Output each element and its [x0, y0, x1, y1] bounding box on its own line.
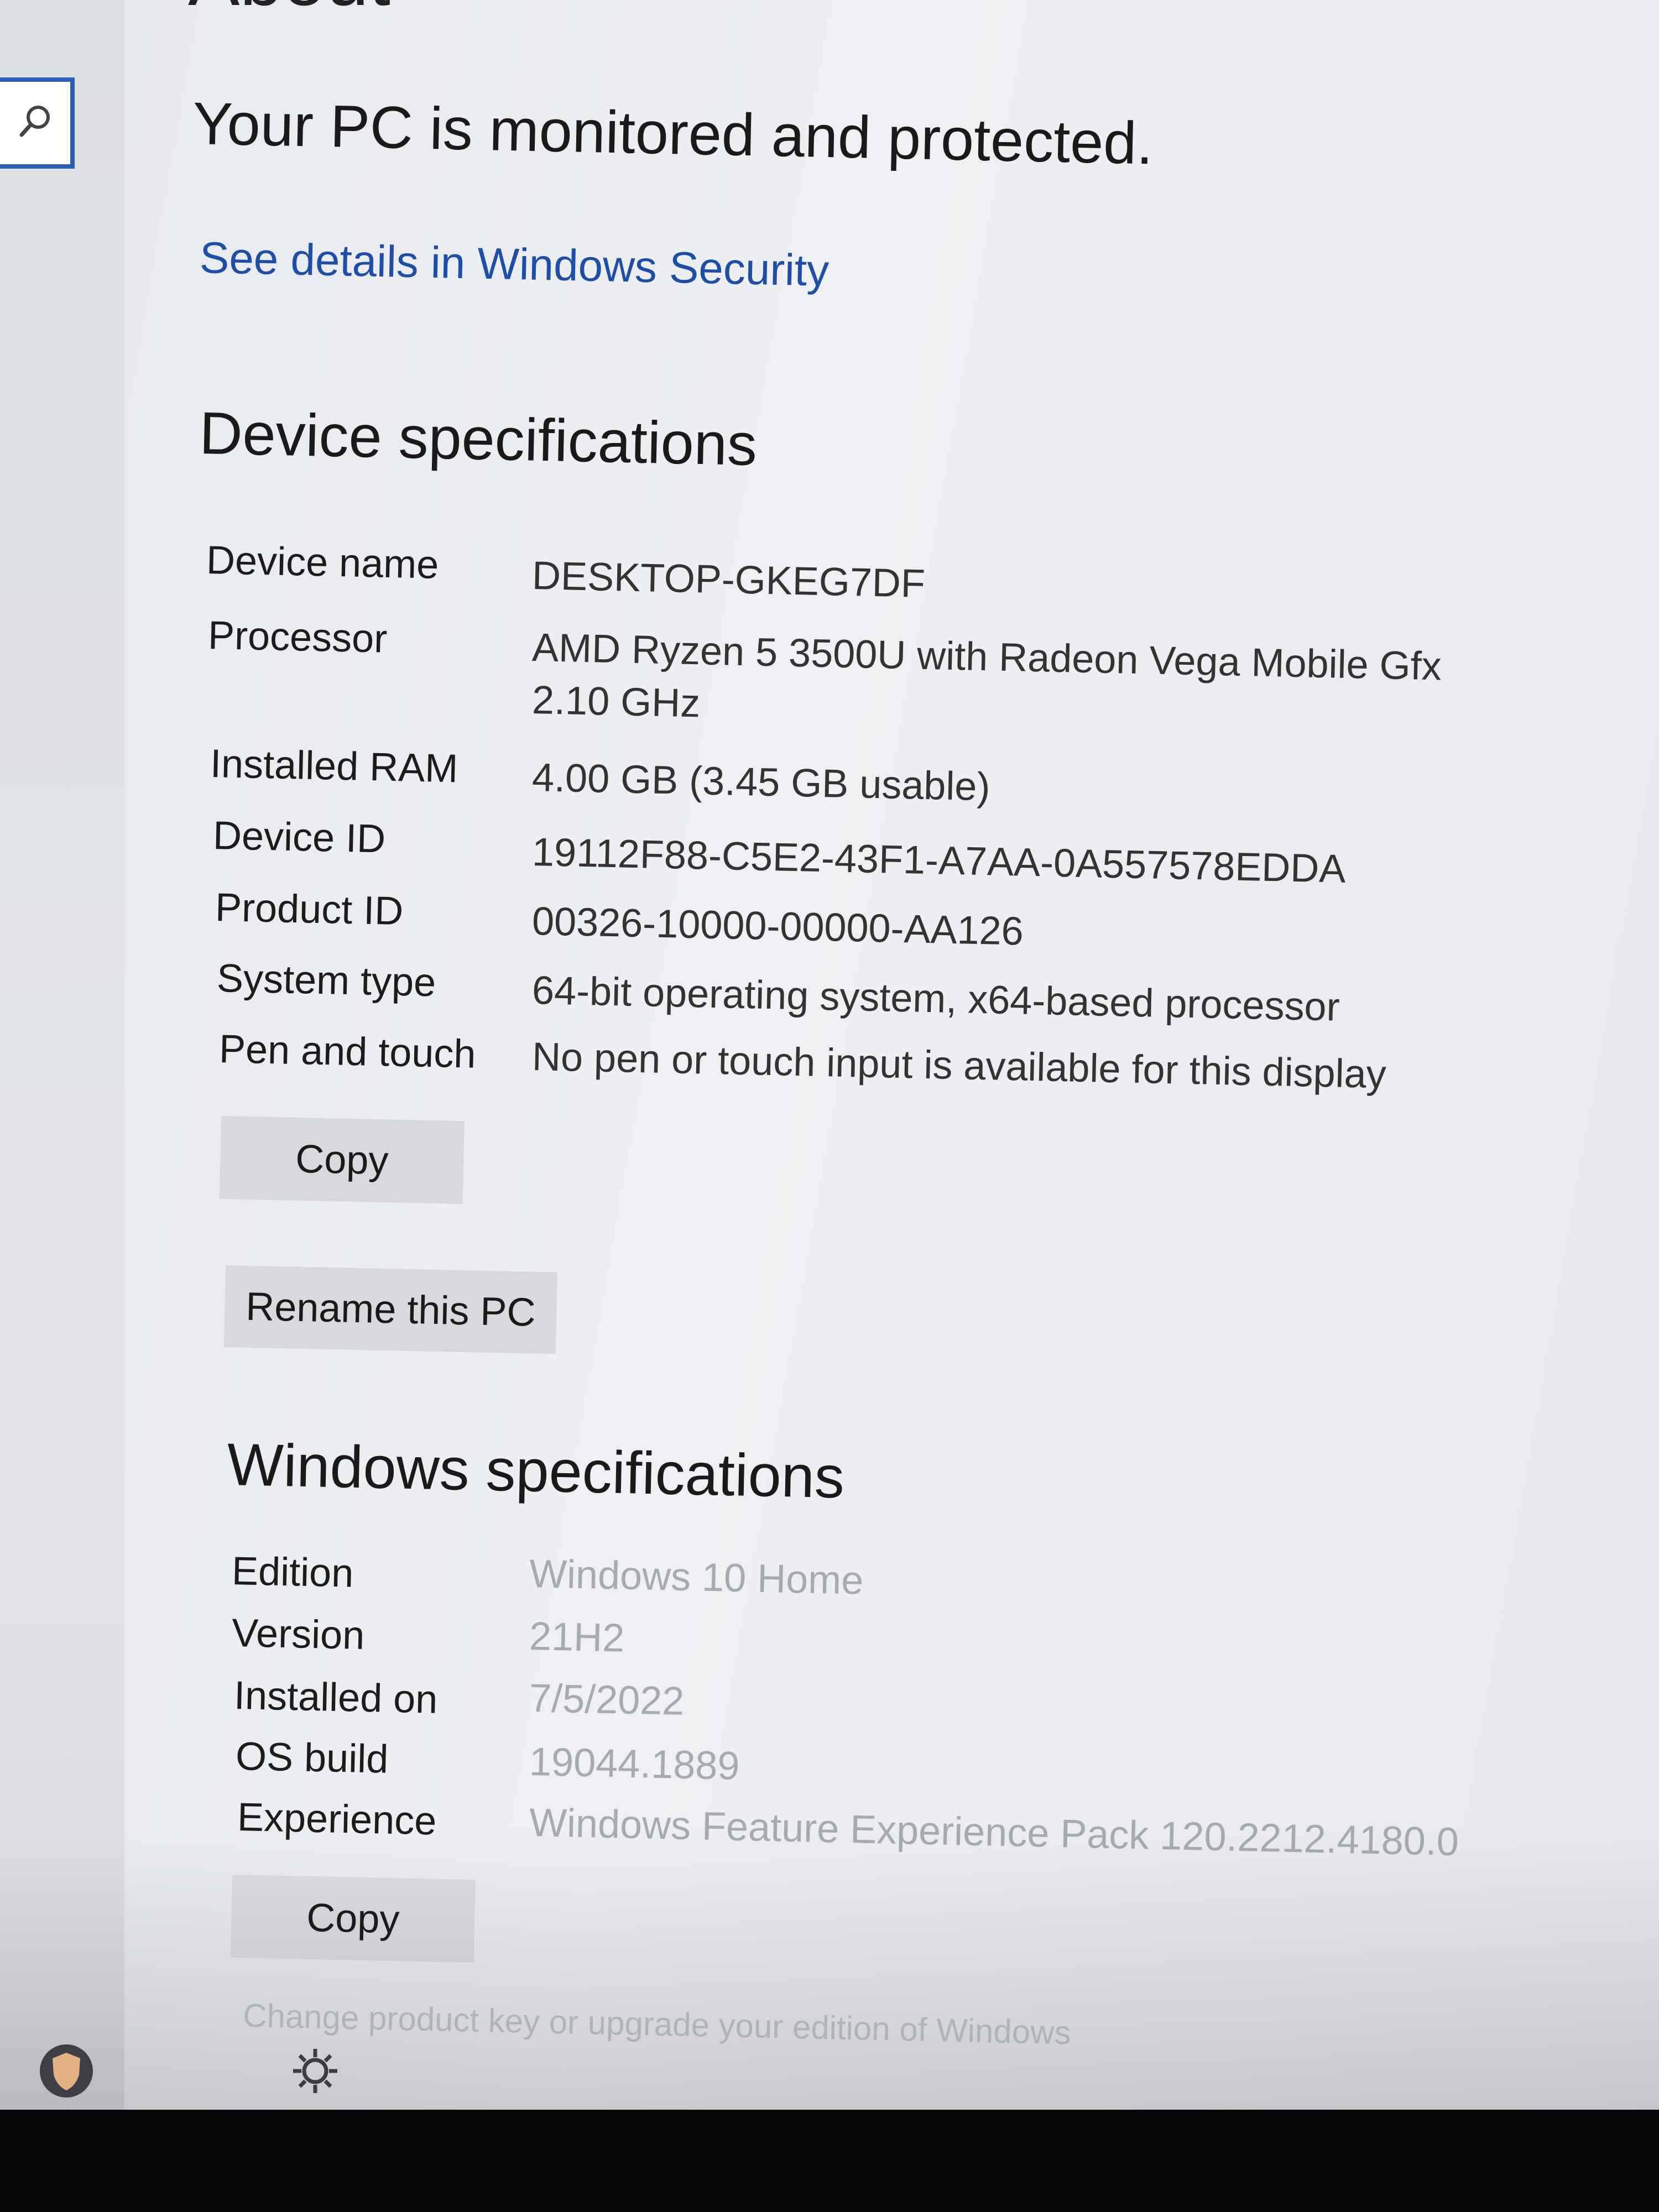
spec-value-device-id: 19112F88-C5E2-43F1-A7AA-0A557578EDDA — [531, 830, 1347, 891]
spec-label-device-id: Device ID — [212, 813, 387, 862]
spec-label-system-type: System type — [216, 956, 437, 1005]
copy-windows-specs-button[interactable]: Copy — [230, 1875, 476, 1963]
spec-label-os-build: OS build — [235, 1734, 389, 1782]
page-title: About — [188, 0, 390, 23]
device-specifications-title: Device specifications — [199, 399, 758, 478]
security-status: Your PC is monitored and protected. — [192, 89, 1154, 177]
spec-value-installed-ram: 4.00 GB (3.45 GB usable) — [531, 755, 991, 810]
spec-value-installed-on: 7/5/2022 — [529, 1676, 685, 1724]
spec-label-experience: Experience — [237, 1794, 437, 1844]
spec-label-edition: Edition — [231, 1548, 354, 1596]
spec-label-device-name: Device name — [206, 538, 440, 587]
spec-value-experience: Windows Feature Experience Pack 120.2212… — [529, 1800, 1459, 1865]
spec-value-processor: AMD Ryzen 5 3500U with Radeon Vega Mobil… — [531, 625, 1442, 689]
spec-label-installed-on: Installed on — [233, 1673, 439, 1722]
spec-value-edition: Windows 10 Home — [529, 1551, 864, 1603]
windows-security-link[interactable]: See details in Windows Security — [199, 232, 830, 296]
spec-value-os-build: 19044.1889 — [529, 1739, 740, 1788]
change-product-key-link[interactable]: Change product key or upgrade your editi… — [243, 1996, 1072, 2052]
lighting-shade — [0, 1825, 1659, 2110]
gear-icon[interactable] — [285, 2041, 346, 2104]
spec-label-version: Version — [231, 1610, 366, 1658]
search-button[interactable] — [0, 77, 75, 169]
sidebar — [0, 0, 124, 2110]
spec-label-installed-ram: Installed RAM — [210, 741, 459, 791]
spec-label-processor: Processor — [207, 613, 388, 661]
spec-label-product-id: Product ID — [215, 885, 404, 934]
spec-value-device-name: DESKTOP-GKEG7DF — [531, 553, 926, 606]
spec-value-processor-speed: 2.10 GHz — [531, 677, 701, 726]
search-icon — [13, 100, 57, 147]
spec-value-product-id: 00326-10000-00000-AA126 — [531, 899, 1024, 954]
spec-value-system-type: 64-bit operating system, x64-based proce… — [531, 968, 1340, 1030]
rename-pc-button[interactable]: Rename this PC — [223, 1265, 557, 1354]
monitor-bezel — [0, 2110, 1659, 2212]
copy-device-specs-button[interactable]: Copy — [219, 1116, 465, 1204]
shield-icon[interactable] — [36, 2041, 97, 2104]
spec-value-pen-and-touch: No pen or touch input is available for t… — [531, 1034, 1387, 1097]
spec-value-version: 21H2 — [529, 1614, 625, 1661]
spec-label-pen-and-touch: Pen and touch — [218, 1026, 477, 1077]
settings-window: About Your PC is monitored and protected… — [0, 0, 1659, 2110]
windows-specifications-title: Windows specifications — [226, 1430, 846, 1511]
